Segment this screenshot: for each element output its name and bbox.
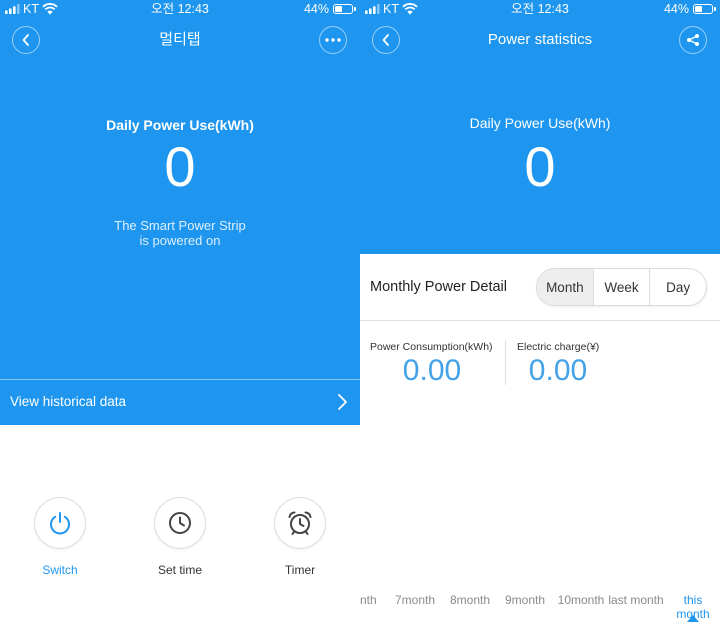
daily-power-value: 0 — [164, 135, 196, 198]
chevron-right-icon — [336, 393, 348, 411]
monthly-detail-title: Monthly Power Detail — [370, 279, 507, 295]
statistics-screen: KT 오전 12:43 44% Power statistics Daily P… — [360, 0, 720, 640]
daily-power-label: Daily Power Use(kWh) — [106, 117, 254, 133]
more-horizontal-icon — [325, 38, 341, 42]
switch-label: Switch — [42, 563, 78, 577]
status-bar: KT 오전 12:43 44% — [360, 0, 720, 18]
carrier-label: KT — [23, 2, 39, 16]
share-icon — [686, 33, 700, 47]
carrier-label: KT — [383, 2, 399, 16]
chevron-left-icon — [381, 33, 391, 47]
daily-power-label: Daily Power Use(kWh) — [469, 115, 611, 131]
view-history-link[interactable]: View historical data — [0, 380, 360, 425]
power-consumption-value: 0.00 — [402, 354, 462, 387]
page-title: Power statistics — [487, 31, 593, 48]
timeline-item[interactable]: 9month — [505, 593, 545, 607]
power-consumption-label: Power Consumption(kWh) — [370, 341, 493, 353]
device-status-message: The Smart Power Strip is powered on — [0, 218, 360, 248]
timeline-item[interactable]: 7month — [395, 593, 435, 607]
status-line: The Smart Power Strip — [114, 218, 246, 233]
more-button[interactable] — [319, 26, 347, 54]
divider — [360, 320, 720, 321]
timeline-item[interactable]: nth — [360, 593, 377, 607]
electric-charge-label: Electric charge(¥) — [517, 341, 600, 353]
battery-icon — [333, 4, 356, 14]
alarm-clock-icon — [286, 509, 314, 537]
switch-button-circle[interactable] — [34, 497, 86, 549]
switch-button[interactable]: Switch — [20, 497, 100, 577]
period-segmented-control: Month Week Day — [536, 268, 707, 306]
chevron-left-icon — [21, 33, 31, 47]
battery-percent: 44% — [303, 2, 329, 16]
set-time-button[interactable]: Set time — [140, 497, 220, 577]
clock-time: 오전 12:43 — [511, 2, 569, 16]
clock-icon — [167, 510, 193, 536]
timeline-item-current[interactable]: this month — [673, 593, 713, 621]
battery-icon — [693, 4, 716, 14]
share-button[interactable] — [679, 26, 707, 54]
device-screen: KT 오전 12:43 44% 멀티탭 Daily Power Use(kWh)… — [0, 0, 360, 640]
back-button[interactable] — [12, 26, 40, 54]
clock-time: 오전 12:43 — [151, 2, 209, 16]
power-icon — [47, 510, 73, 536]
wifi-icon — [42, 3, 58, 15]
battery-fill — [695, 6, 703, 12]
signal-icon — [5, 4, 20, 14]
battery-percent: 44% — [663, 2, 689, 16]
status-bar: KT 오전 12:43 44% — [0, 0, 360, 18]
view-history-label: View historical data — [10, 394, 127, 409]
status-line: is powered on — [139, 233, 221, 248]
electric-charge-value: 0.00 — [528, 354, 588, 387]
segment-week[interactable]: Week — [592, 269, 650, 305]
set-time-label: Set time — [157, 563, 202, 577]
timer-label: Timer — [284, 563, 316, 577]
timeline-item[interactable]: 8month — [450, 593, 490, 607]
wifi-icon — [402, 3, 418, 15]
timeline-item[interactable]: 10month — [558, 593, 605, 607]
segment-month[interactable]: Month — [537, 269, 593, 305]
timer-button[interactable]: Timer — [260, 497, 340, 577]
back-button[interactable] — [372, 26, 400, 54]
timeline-item[interactable]: last month — [608, 593, 663, 607]
battery-fill — [335, 6, 343, 12]
timer-button-circle[interactable] — [274, 497, 326, 549]
signal-icon — [365, 4, 380, 14]
month-timeline: nth 7month 8month 9month 10month last mo… — [360, 593, 720, 627]
segment-day[interactable]: Day — [649, 269, 706, 305]
daily-power-value: 0 — [524, 135, 556, 198]
set-time-button-circle[interactable] — [154, 497, 206, 549]
header-panel — [0, 0, 360, 425]
page-title: 멀티탭 — [159, 31, 201, 48]
